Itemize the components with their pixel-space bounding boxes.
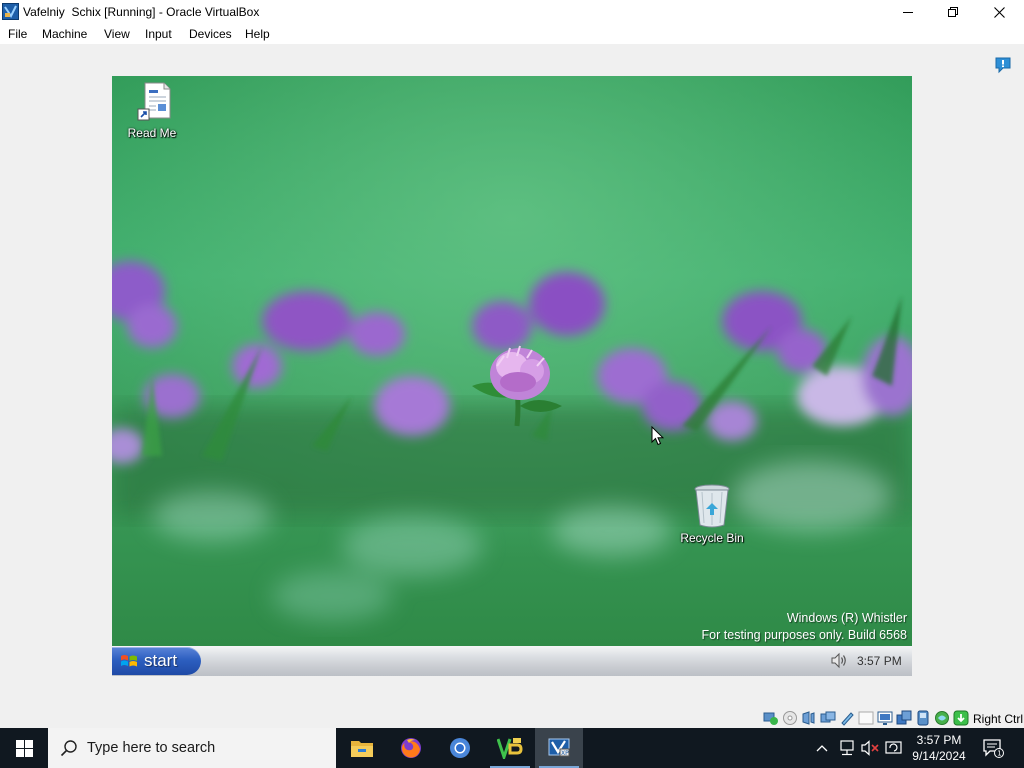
menu-devices[interactable]: Devices	[189, 27, 232, 41]
watermark-line-1: Windows (R) Whistler	[786, 611, 907, 625]
notification-count: 1	[997, 750, 1001, 758]
arrow-status-icon[interactable]	[953, 710, 969, 726]
windows-start-button[interactable]	[0, 728, 48, 768]
windows-logo-icon	[15, 739, 33, 757]
guest-start-button[interactable]: start	[112, 647, 201, 675]
taskbar-chrome[interactable]	[436, 728, 484, 768]
keyboard-icon[interactable]	[915, 710, 931, 726]
virtualbox-vm-icon: XP	[548, 738, 570, 757]
audio-icon[interactable]	[801, 710, 817, 726]
window-title: Vafelniy Schix [Running] - Oracle Virtua…	[23, 5, 260, 19]
watermark-line-2: For testing purposes only. Build 6568	[701, 628, 907, 642]
guest-taskbar: start 3:57 PM	[112, 646, 912, 676]
minimize-button[interactable]	[885, 0, 931, 24]
chevron-up-icon	[816, 745, 828, 752]
taskbar-virtualbox-vm[interactable]: XP	[535, 728, 583, 768]
guest-screen[interactable]: Read Me Recycle Bin Windows (R) Whistler…	[112, 76, 912, 676]
close-button[interactable]	[976, 0, 1022, 24]
menu-input[interactable]: Input	[145, 27, 172, 41]
taskbar-firefox[interactable]	[387, 728, 435, 768]
desktop-icon-recycle-bin[interactable]: Recycle Bin	[676, 483, 748, 545]
vm-status-bar: Right Ctrl	[0, 708, 1024, 728]
network-wired-icon	[840, 740, 854, 756]
network-tray-button[interactable]	[836, 728, 858, 768]
taskbar-file-explorer[interactable]	[338, 728, 386, 768]
shared-folders-icon[interactable]	[839, 710, 855, 726]
show-hidden-icons-button[interactable]	[812, 728, 832, 768]
window-titlebar: Vafelniy Schix [Running] - Oracle Virtua…	[0, 0, 1024, 24]
menu-file[interactable]: File	[8, 27, 27, 41]
network-icon[interactable]	[763, 710, 779, 726]
taskbar-virtualbox-manager[interactable]	[486, 728, 534, 768]
svg-text:XP: XP	[561, 750, 569, 757]
guest-start-label: start	[144, 651, 178, 670]
notification-center-icon[interactable]	[994, 56, 1012, 74]
input-indicator-button[interactable]	[883, 728, 905, 768]
menu-machine[interactable]: Machine	[42, 27, 87, 41]
screen-sync-icon	[885, 741, 902, 754]
host-clock[interactable]: 3:57 PM 9/14/2024	[906, 732, 972, 764]
menu-bar: File Machine View Input Devices Help	[0, 24, 1024, 44]
document-shortcut-icon	[137, 82, 171, 121]
status-icon-group	[763, 710, 969, 726]
virtualbox-manager-icon	[497, 738, 523, 759]
chrome-icon	[450, 738, 470, 758]
action-center-button[interactable]: 1	[978, 728, 1008, 768]
restore-button[interactable]	[930, 0, 976, 24]
optical-drive-icon[interactable]	[782, 710, 798, 726]
search-icon	[60, 740, 77, 757]
firefox-icon	[401, 738, 421, 758]
desktop-icon-label: Read Me	[127, 126, 177, 140]
mouse-integration-icon[interactable]	[896, 710, 912, 726]
host-clock-date: 9/14/2024	[912, 749, 966, 763]
minimize-icon	[903, 12, 913, 13]
volume-tray-button[interactable]	[859, 728, 881, 768]
restore-icon	[948, 7, 958, 17]
mouse-cursor-icon	[651, 426, 664, 446]
search-placeholder: Type here to search	[87, 740, 216, 756]
menu-help[interactable]: Help	[245, 27, 270, 41]
host-taskbar: Type here to search XP 3:57 PM 9/14/2024…	[0, 728, 1024, 768]
action-center-icon: 1	[983, 739, 1004, 758]
menu-view[interactable]: View	[104, 27, 130, 41]
windows-flag-icon	[121, 655, 137, 667]
guest-system-tray: 3:57 PM	[816, 646, 912, 676]
taskbar-search-box[interactable]: Type here to search	[48, 728, 336, 768]
guest-clock[interactable]: 3:57 PM	[857, 654, 902, 668]
usb-icon[interactable]	[820, 710, 836, 726]
build-watermark: Windows (R) Whistler For testing purpose…	[702, 610, 907, 644]
virtualbox-app-icon	[2, 3, 19, 20]
volume-icon[interactable]	[830, 652, 848, 669]
close-icon	[993, 6, 1005, 18]
volume-muted-icon	[861, 740, 879, 756]
cpu-icon[interactable]	[934, 710, 950, 726]
recycle-bin-icon	[694, 484, 730, 528]
recording-icon[interactable]	[877, 710, 893, 726]
host-clock-time: 3:57 PM	[916, 733, 962, 747]
desktop-icon-label: Recycle Bin	[680, 531, 744, 545]
desktop-icon-read-me[interactable]: Read Me	[120, 82, 184, 140]
host-key-label[interactable]: Right Ctrl	[973, 712, 1023, 726]
display-icon[interactable]	[858, 710, 874, 726]
file-explorer-icon	[351, 741, 373, 757]
desktop-wallpaper[interactable]	[112, 76, 912, 646]
